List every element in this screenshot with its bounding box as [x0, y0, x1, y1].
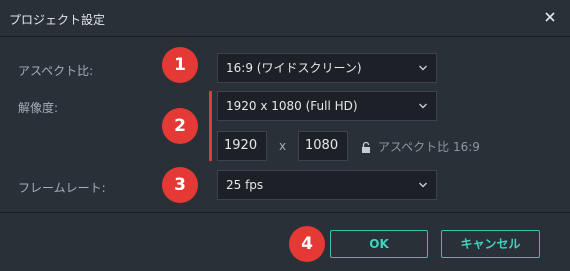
aspect-ratio-label: アスペクト比:: [18, 64, 94, 78]
aspect-lock-text: アスペクト比 16:9: [378, 140, 480, 154]
title-bar: プロジェクト設定: [0, 0, 570, 37]
width-input[interactable]: 1920: [217, 131, 267, 161]
frame-rate-value: 25 fps: [226, 178, 264, 192]
height-input[interactable]: 1080: [298, 131, 348, 161]
step-badge-3: 3: [162, 167, 198, 203]
window-title: プロジェクト設定: [9, 13, 106, 27]
step-badge-4: 4: [289, 226, 325, 262]
chevron-down-icon: [419, 103, 427, 109]
aspect-ratio-value: 16:9 (ワイドスクリーン): [226, 61, 362, 75]
chevron-down-icon: [419, 182, 427, 188]
step-badge-2: 2: [162, 108, 198, 144]
resolution-value: 1920 x 1080 (Full HD): [226, 99, 358, 113]
step-badge-1: 1: [162, 47, 198, 83]
frame-rate-select[interactable]: 25 fps: [217, 170, 437, 200]
frame-rate-label: フレームレート:: [18, 181, 106, 195]
lock-icon[interactable]: [360, 139, 372, 153]
settings-panel: アスペクト比: 1 16:9 (ワイドスクリーン) 解像度: 2 1920 x …: [0, 37, 570, 212]
dimension-separator: x: [279, 139, 287, 153]
highlight-bar: [209, 91, 212, 161]
ok-button[interactable]: OK: [330, 230, 428, 258]
dialog-footer: 4 OK キャンセル: [0, 212, 570, 271]
close-icon[interactable]: [542, 9, 558, 25]
resolution-label: 解像度:: [18, 101, 59, 115]
chevron-down-icon: [419, 65, 427, 71]
aspect-ratio-select[interactable]: 16:9 (ワイドスクリーン): [217, 53, 437, 83]
cancel-button[interactable]: キャンセル: [441, 230, 540, 258]
resolution-select[interactable]: 1920 x 1080 (Full HD): [217, 91, 437, 121]
